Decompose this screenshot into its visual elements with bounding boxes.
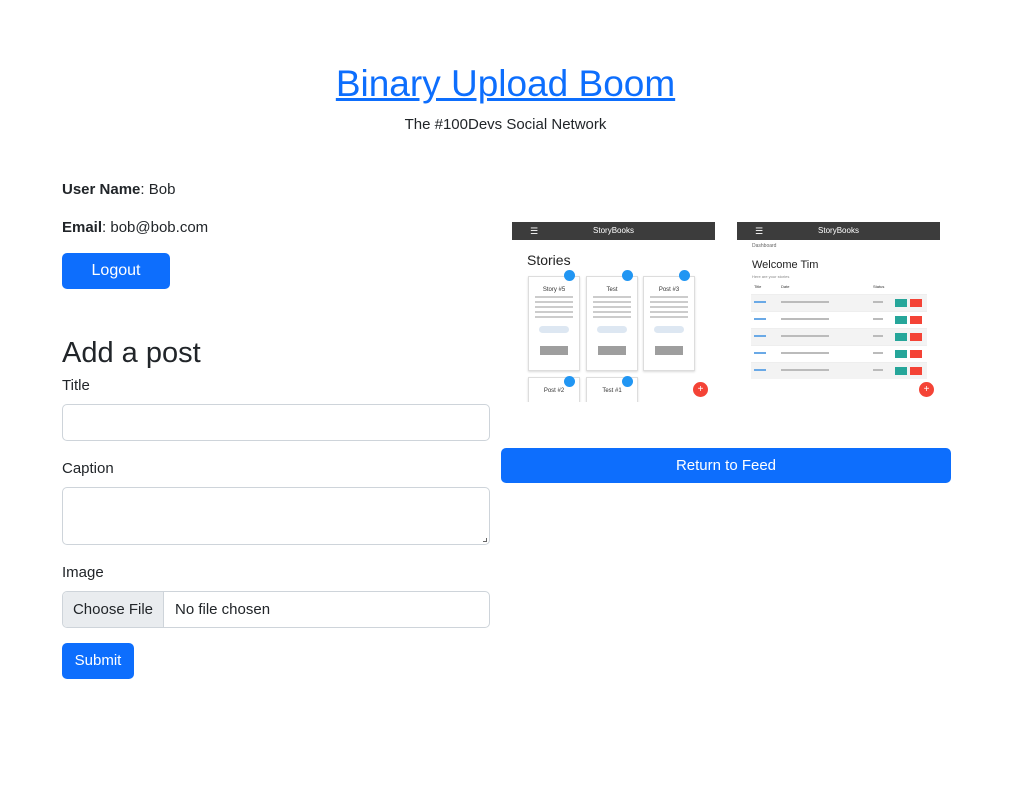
edit-icon [895,316,907,324]
stories-app-bar: ☰ StoryBooks [512,222,715,240]
read-more-button [655,346,683,355]
author-chip [654,326,684,333]
caption-textarea[interactable] [62,487,490,545]
username-value: : Bob [140,181,176,198]
delete-icon [910,367,922,375]
author-chip [597,326,627,333]
dashboard-screenshot: ☰ StoryBooks Dashboard Welcome Tim Here … [737,222,940,402]
add-post-heading: Add a post [62,337,201,369]
dashboard-row [751,345,927,362]
edit-icon [895,367,907,375]
dashboard-heading: Welcome Tim [752,259,819,271]
story-card-title: Test [606,287,618,293]
stories-app-bar-title: StoryBooks [593,226,634,235]
dashboard-row [751,294,927,311]
read-more-button [598,346,626,355]
edit-icon [895,333,907,341]
story-card: Story #5 [528,276,580,371]
story-card: Test [586,276,638,371]
dashboard-app-bar-title: StoryBooks [818,226,859,235]
edit-icon [895,299,907,307]
add-story-fab-icon: + [919,382,934,397]
image-file-input[interactable]: Choose File No file chosen [62,591,490,628]
site-tagline: The #100Devs Social Network [404,116,607,133]
email-label: Email [62,219,103,236]
title-input[interactable] [62,404,490,441]
delete-icon [910,350,922,358]
caption-label: Caption [62,460,114,477]
site-title-link[interactable]: Binary Upload Boom [336,60,675,108]
edit-badge-icon [622,270,633,281]
post-image: ☰ StoryBooks Stories Story #5 Test Post … [501,222,951,402]
dashboard-breadcrumb: Dashboard [752,243,777,249]
edit-icon [895,350,907,358]
choose-file-button[interactable]: Choose File [63,592,164,627]
edit-badge-icon [679,270,690,281]
column-header: Title [754,284,762,289]
file-status-text: No file chosen [175,601,271,618]
email-value: : bob@bob.com [102,219,209,236]
column-header: Date [781,284,790,289]
story-card-title: Post #3 [658,287,680,293]
edit-badge-icon [564,270,575,281]
username-line: User Name: Bob [62,178,490,202]
hamburger-menu-icon: ☰ [755,226,764,236]
delete-icon [910,333,922,341]
column-header: Status [873,284,885,289]
read-more-button [540,346,568,355]
return-to-feed-button[interactable]: Return to Feed [501,448,951,483]
hamburger-menu-icon: ☰ [530,226,539,236]
email-line: Email: bob@bob.com [62,216,490,240]
dashboard-app-bar: ☰ StoryBooks [737,222,940,240]
stories-heading: Stories [527,252,571,268]
post-preview-column: ☰ StoryBooks Stories Story #5 Test Post … [501,222,951,483]
stories-screenshot: ☰ StoryBooks Stories Story #5 Test Post … [512,222,715,402]
logout-button[interactable]: Logout [62,253,170,289]
delete-icon [910,316,922,324]
delete-icon [910,299,922,307]
username-label: User Name [62,181,141,198]
profile-column: User Name: Bob Email: bob@bob.com Logout… [62,178,490,679]
submit-button[interactable]: Submit [62,643,134,679]
image-label: Image [62,564,104,581]
dashboard-row [751,311,927,328]
edit-badge-icon [564,376,575,387]
dashboard-row [751,362,927,379]
dashboard-table-header: Title Date Status [751,284,927,294]
story-card-title: Test #1 [602,388,622,394]
story-card: Post #3 [643,276,695,371]
add-story-fab-icon: + [693,382,708,397]
dashboard-table: Title Date Status [751,284,927,379]
dashboard-row [751,328,927,345]
resize-handle-icon[interactable] [483,538,487,542]
dashboard-subtitle: Here are your stories [752,274,790,279]
story-card-title: Post #2 [543,388,565,394]
site-header: Binary Upload Boom The #100Devs Social N… [0,60,1011,133]
story-card-title: Story #5 [542,287,566,293]
title-label: Title [62,377,90,394]
author-chip [539,326,569,333]
edit-badge-icon [622,376,633,387]
